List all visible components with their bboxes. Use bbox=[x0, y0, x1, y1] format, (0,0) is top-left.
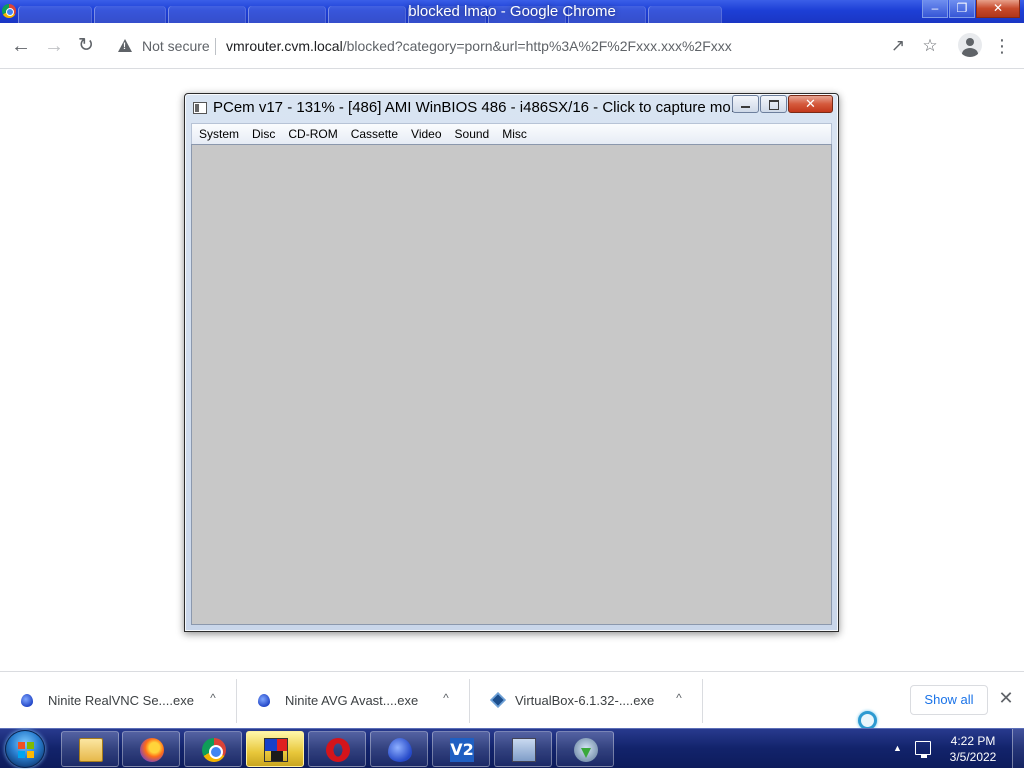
window-title: blocked lmao - Google Chrome bbox=[408, 3, 616, 20]
security-label[interactable]: Not secure bbox=[142, 38, 210, 54]
browser-titlebar: blocked lmao - Google Chrome – ❐ ✕ bbox=[0, 0, 1024, 23]
folder-icon bbox=[79, 738, 103, 762]
download-item[interactable]: Ninite RealVNC Se....exe ^ bbox=[0, 679, 237, 723]
url-text[interactable]: vmrouter.cvm.local/blocked?category=porn… bbox=[226, 38, 732, 54]
download-filename: VirtualBox-6.1.32-....exe bbox=[515, 693, 655, 708]
taskbar-chrome[interactable] bbox=[184, 731, 242, 767]
ninite-icon bbox=[21, 694, 33, 707]
chevron-up-icon[interactable]: ^ bbox=[205, 691, 221, 705]
menu-disc[interactable]: Disc bbox=[252, 127, 275, 141]
show-all-button[interactable]: Show all bbox=[910, 685, 988, 715]
browser-toolbar: ← → ↻ Not secure vmrouter.cvm.local/bloc… bbox=[0, 23, 1024, 69]
show-desktop-button[interactable] bbox=[1012, 729, 1024, 769]
clock-time: 4:22 PM bbox=[950, 734, 996, 748]
close-icon[interactable]: ✕ bbox=[996, 688, 1016, 708]
menu-video[interactable]: Video bbox=[411, 127, 441, 141]
kebab-menu-icon[interactable]: ⋮ bbox=[992, 36, 1012, 56]
menu-cassette[interactable]: Cassette bbox=[351, 127, 398, 141]
clock[interactable]: 4:22 PM 3/5/2022 bbox=[940, 733, 1006, 765]
clock-date: 3/5/2022 bbox=[949, 750, 997, 764]
taskbar-firefox[interactable] bbox=[122, 731, 180, 767]
remote-desktop-icon bbox=[512, 738, 536, 762]
profile-icon[interactable] bbox=[958, 33, 982, 57]
pcem-minimize-button[interactable] bbox=[732, 95, 759, 113]
vnc-icon: V2 bbox=[450, 738, 474, 762]
taskbar-remote-desktop[interactable] bbox=[494, 731, 552, 767]
menu-cd-rom[interactable]: CD-ROM bbox=[288, 127, 337, 141]
download-item[interactable]: VirtualBox-6.1.32-....exe ^ bbox=[470, 679, 703, 723]
emulator-screen[interactable] bbox=[191, 144, 832, 625]
opera-icon bbox=[326, 738, 350, 762]
pcem-title: PCem v17 - 131% - [486] AMI WinBIOS 486 … bbox=[213, 99, 733, 116]
menu-misc[interactable]: Misc bbox=[502, 127, 527, 141]
minimize-button[interactable]: – bbox=[922, 0, 948, 18]
tray-expand-icon[interactable]: ▲ bbox=[893, 743, 902, 753]
warning-icon[interactable] bbox=[118, 39, 132, 52]
forward-arrow-icon[interactable]: → bbox=[44, 36, 64, 56]
download-filename: Ninite AVG Avast....exe bbox=[285, 693, 419, 708]
window-controls: – ❐ ✕ bbox=[921, 0, 1020, 20]
taskbar-downloader[interactable] bbox=[556, 731, 614, 767]
ninite-icon bbox=[258, 694, 270, 707]
share-icon[interactable]: ↗ bbox=[888, 36, 908, 56]
pcem-icon bbox=[264, 738, 288, 762]
taskbar: V2 ▲ 4:22 PM 3/5/2022 bbox=[0, 728, 1024, 769]
menu-sound[interactable]: Sound bbox=[455, 127, 490, 141]
address-bar[interactable]: Not secure vmrouter.cvm.local/blocked?ca… bbox=[106, 30, 956, 62]
ninite-icon bbox=[388, 738, 412, 762]
star-icon[interactable]: ☆ bbox=[920, 36, 940, 56]
reload-icon[interactable]: ↻ bbox=[76, 36, 96, 56]
chevron-up-icon[interactable]: ^ bbox=[438, 691, 454, 705]
taskbar-ninite[interactable] bbox=[370, 731, 428, 767]
pcem-close-button[interactable]: ✕ bbox=[788, 95, 833, 113]
taskbar-vnc[interactable]: V2 bbox=[432, 731, 490, 767]
pcem-app-icon bbox=[193, 102, 207, 114]
download-filename: Ninite RealVNC Se....exe bbox=[48, 693, 194, 708]
pcem-window-controls: ✕ bbox=[731, 95, 833, 113]
pcem-menubar: System Disc CD-ROM Cassette Video Sound … bbox=[191, 123, 832, 144]
omnibox-divider bbox=[215, 38, 216, 55]
url-host: vmrouter.cvm.local bbox=[226, 38, 343, 54]
network-icon[interactable] bbox=[915, 741, 931, 758]
virtualbox-icon bbox=[490, 692, 506, 708]
download-icon bbox=[574, 738, 598, 762]
close-button[interactable]: ✕ bbox=[976, 0, 1020, 18]
taskbar-opera[interactable] bbox=[308, 731, 366, 767]
pcem-titlebar[interactable]: PCem v17 - 131% - [486] AMI WinBIOS 486 … bbox=[185, 94, 838, 122]
restore-button[interactable]: ❐ bbox=[949, 0, 975, 18]
firefox-icon bbox=[140, 738, 164, 762]
pcem-maximize-button[interactable] bbox=[760, 95, 787, 113]
taskbar-pcem[interactable] bbox=[246, 731, 304, 767]
url-path: /blocked?category=porn&url=http%3A%2F%2F… bbox=[342, 38, 732, 54]
chevron-up-icon[interactable]: ^ bbox=[671, 691, 687, 705]
chrome-icon bbox=[202, 738, 226, 762]
menu-system[interactable]: System bbox=[199, 127, 239, 141]
start-button[interactable] bbox=[5, 730, 45, 768]
pcem-window: PCem v17 - 131% - [486] AMI WinBIOS 486 … bbox=[184, 93, 839, 632]
back-arrow-icon[interactable]: ← bbox=[11, 36, 31, 56]
download-item[interactable]: Ninite AVG Avast....exe ^ bbox=[237, 679, 470, 723]
taskbar-explorer[interactable] bbox=[61, 731, 119, 767]
